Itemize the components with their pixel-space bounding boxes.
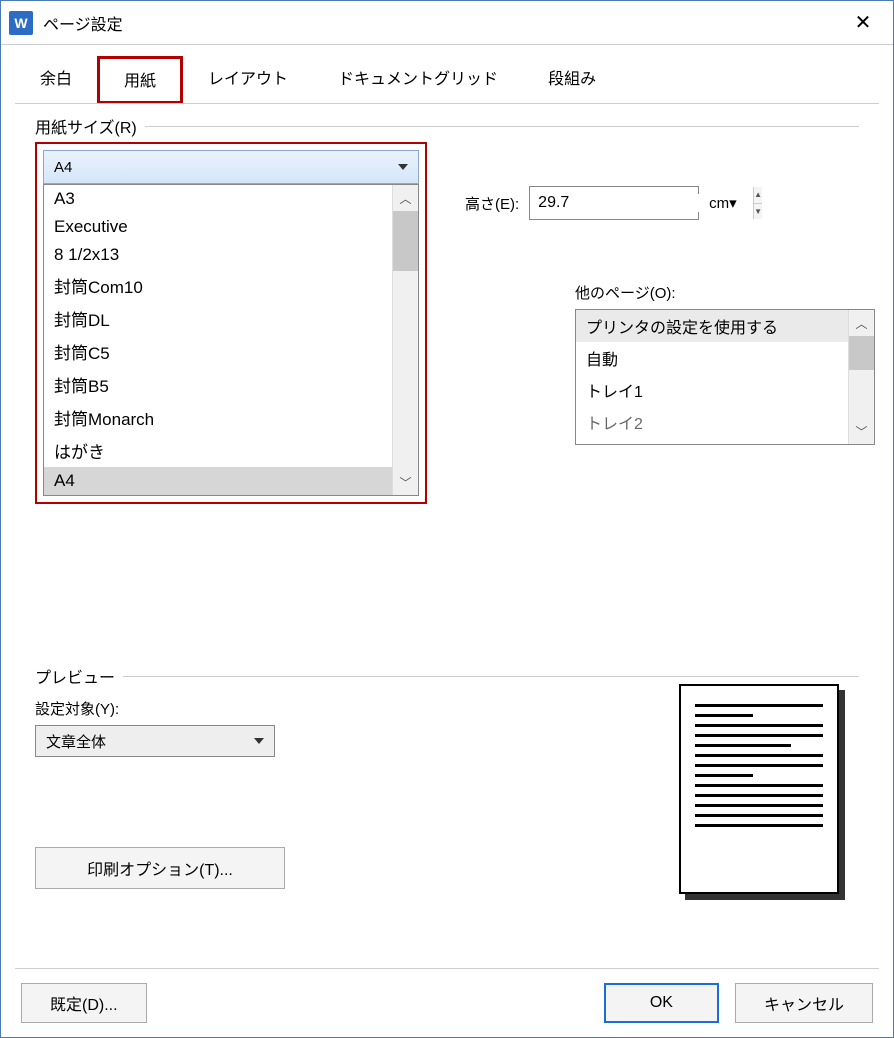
- paper-size-option[interactable]: 封筒Monarch: [44, 401, 392, 434]
- preview-line: [695, 744, 791, 747]
- preview-line: [695, 754, 823, 757]
- spin-up-icon[interactable]: ▲: [754, 187, 762, 204]
- preview-line: [695, 814, 823, 817]
- page-setup-dialog: W ページ設定 ✕ 余白 用紙 レイアウト ドキュメントグリッド 段組み 用紙サ…: [0, 0, 894, 1038]
- scroll-track[interactable]: [849, 336, 874, 418]
- paper-size-dropdown: A3 Executive 8 1/2x13 封筒Com10 封筒DL 封筒C5 …: [43, 184, 419, 496]
- scroll-down-icon[interactable]: ﹀: [393, 469, 418, 495]
- preview-line: [695, 794, 823, 797]
- height-label: 高さ(E):: [465, 193, 519, 214]
- paper-size-option[interactable]: はがき: [44, 434, 392, 467]
- list-item[interactable]: プリンタの設定を使用する: [576, 310, 848, 342]
- cancel-button[interactable]: キャンセル: [735, 983, 873, 1023]
- close-icon[interactable]: ✕: [841, 1, 885, 45]
- height-unit[interactable]: cm▾: [709, 194, 737, 212]
- scroll-thumb[interactable]: [393, 211, 418, 271]
- paper-size-option[interactable]: Executive: [44, 213, 392, 241]
- tab-layout[interactable]: レイアウト: [183, 56, 313, 104]
- dialog-buttons: 既定(D)... OK キャンセル: [15, 968, 879, 1037]
- paper-size-label: 用紙サイズ(R): [35, 114, 859, 138]
- preview-line: [695, 734, 823, 737]
- list-item[interactable]: トレイ2: [576, 406, 848, 438]
- paper-size-option[interactable]: 封筒C5: [44, 335, 392, 368]
- chevron-down-icon: [254, 738, 264, 744]
- apply-to-value: 文章全体: [46, 731, 106, 752]
- paper-size-label-text: 用紙サイズ(R): [35, 114, 137, 138]
- tab-content: 用紙サイズ(R) A4 A3 Executive 8 1/2x13 封筒Com1…: [15, 103, 879, 968]
- preview-line: [695, 714, 753, 717]
- scroll-up-icon[interactable]: ︿: [849, 310, 874, 336]
- listbox-scrollbar[interactable]: ︿ ﹀: [848, 310, 874, 444]
- default-button[interactable]: 既定(D)...: [21, 983, 147, 1023]
- paper-size-options: A3 Executive 8 1/2x13 封筒Com10 封筒DL 封筒C5 …: [44, 185, 392, 495]
- paper-size-highlight: A4 A3 Executive 8 1/2x13 封筒Com10 封筒DL 封筒…: [35, 142, 427, 504]
- divider: [123, 676, 859, 677]
- other-pages-label: 他のページ(O):: [575, 282, 875, 303]
- preview-section: プレビュー 設定対象(Y): 文章全体 印刷オプション(T)...: [35, 664, 859, 889]
- preview-line: [695, 784, 823, 787]
- apply-to-combo[interactable]: 文章全体: [35, 725, 275, 757]
- page-preview: [679, 684, 839, 894]
- dropdown-scrollbar[interactable]: ︿ ﹀: [392, 185, 418, 495]
- app-icon: W: [9, 11, 33, 35]
- other-pages-listbox[interactable]: プリンタの設定を使用する 自動 トレイ1 トレイ2 ︿ ﹀: [575, 309, 875, 445]
- paper-size-option[interactable]: 封筒DL: [44, 302, 392, 335]
- print-options-button[interactable]: 印刷オプション(T)...: [35, 847, 285, 889]
- tab-strip: 余白 用紙 レイアウト ドキュメントグリッド 段組み: [1, 45, 893, 103]
- paper-size-option[interactable]: 封筒Com10: [44, 269, 392, 302]
- tab-paper[interactable]: 用紙: [97, 56, 183, 104]
- tab-document-grid[interactable]: ドキュメントグリッド: [313, 56, 523, 104]
- preview-line: [695, 824, 823, 827]
- scroll-down-icon[interactable]: ﹀: [849, 418, 874, 444]
- ok-button[interactable]: OK: [604, 983, 719, 1023]
- scroll-track[interactable]: [393, 211, 418, 469]
- paper-size-option[interactable]: A3: [44, 185, 392, 213]
- scroll-thumb[interactable]: [849, 336, 874, 370]
- scroll-up-icon[interactable]: ︿: [393, 185, 418, 211]
- preview-label-text: プレビュー: [35, 664, 115, 688]
- tab-margin[interactable]: 余白: [15, 56, 97, 104]
- divider: [145, 126, 859, 127]
- titlebar: W ページ設定 ✕: [1, 1, 893, 45]
- preview-line: [695, 774, 753, 777]
- preview-line: [695, 704, 823, 707]
- paper-size-option[interactable]: A4: [44, 467, 392, 495]
- chevron-down-icon: [398, 164, 408, 170]
- list-item[interactable]: トレイ1: [576, 374, 848, 406]
- spin-down-icon[interactable]: ▼: [754, 204, 762, 220]
- paper-size-option[interactable]: 封筒B5: [44, 368, 392, 401]
- preview-line: [695, 764, 823, 767]
- height-row: 高さ(E): ▲ ▼ cm▾: [465, 186, 737, 220]
- list-item[interactable]: 自動: [576, 342, 848, 374]
- window-title: ページ設定: [43, 11, 841, 35]
- preview-line: [695, 724, 823, 727]
- height-spinner[interactable]: ▲ ▼: [529, 186, 699, 220]
- other-pages-section: 他のページ(O): プリンタの設定を使用する 自動 トレイ1 トレイ2 ︿ ﹀: [575, 282, 875, 445]
- tab-columns[interactable]: 段組み: [523, 56, 621, 104]
- paper-size-option[interactable]: 8 1/2x13: [44, 241, 392, 269]
- preview-line: [695, 804, 823, 807]
- paper-size-combo[interactable]: A4: [43, 150, 419, 184]
- paper-size-selected: A4: [54, 159, 72, 176]
